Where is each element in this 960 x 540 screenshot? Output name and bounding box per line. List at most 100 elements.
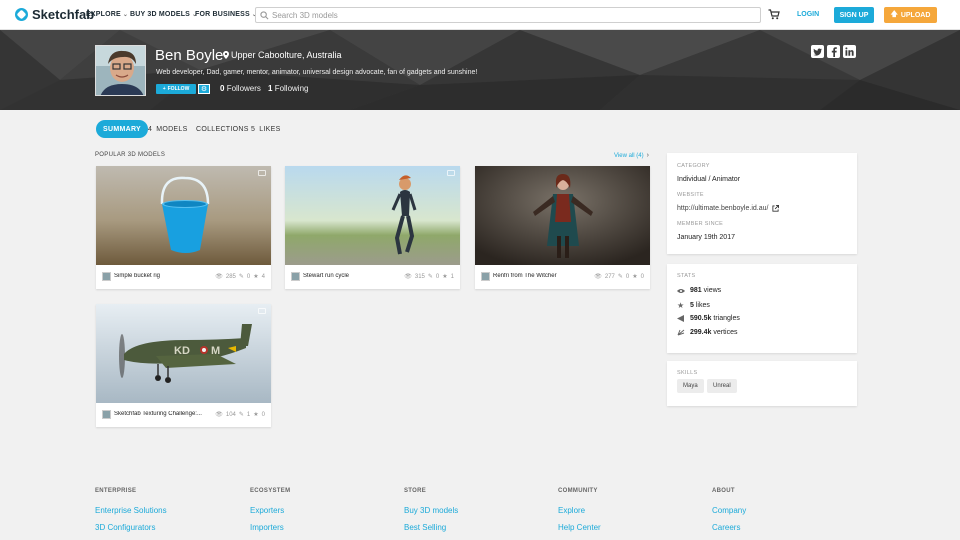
plus-icon: + xyxy=(162,86,166,92)
footer-link[interactable]: Exporters xyxy=(250,506,284,515)
footer-link[interactable]: Careers xyxy=(712,523,740,532)
footer-link[interactable]: Enterprise Solutions xyxy=(95,506,167,515)
profile-header: Ben Boyle Upper Caboolture, Australia We… xyxy=(0,30,960,110)
like-count: 0 xyxy=(640,273,644,280)
footer-link[interactable]: Explore xyxy=(558,506,585,515)
nav-explore[interactable]: EXPLORE ⌄ xyxy=(86,11,128,18)
eye-icon: 👁 xyxy=(215,412,223,418)
skill-tag[interactable]: Maya xyxy=(677,379,704,393)
follow-button[interactable]: + FOLLOW xyxy=(156,84,196,94)
sketchfab-logo-icon xyxy=(15,8,28,21)
comment-count: 0 xyxy=(435,273,440,280)
model-stats: 👁 285 ✎ 0 ★ 4 xyxy=(215,273,265,281)
website-label: WEBSITE xyxy=(677,192,704,198)
triangles-value: 590.5k xyxy=(690,315,712,322)
followers-stat[interactable]: 0 Followers xyxy=(220,84,261,93)
model-card-footer: Stewart run cycle 👁 315 ✎ 0 ★ 1 xyxy=(285,265,460,289)
external-link-icon xyxy=(772,205,780,212)
sketchfab-logo[interactable]: Sketchfab xyxy=(15,7,94,22)
model-name[interactable]: Sketchfab Texturing Challenge:... xyxy=(114,411,202,417)
model-card[interactable]: Renfri from The Witcher 👁 277 ✎ 0 ★ 0 xyxy=(475,166,650,289)
search-input[interactable] xyxy=(272,9,752,21)
model-name[interactable]: Stewart run cycle xyxy=(303,273,349,279)
settings-icon: ⚙ xyxy=(200,86,208,93)
star-icon: ★ xyxy=(677,301,685,310)
like-count: 4 xyxy=(261,273,265,280)
eye-icon: 👁 xyxy=(404,274,412,280)
website-link[interactable]: http://ultimate.benboyle.id.au/ xyxy=(677,205,780,212)
followers-label: Followers xyxy=(226,84,261,93)
footer-link[interactable]: Help Center xyxy=(558,523,601,532)
stat-views: 981 views xyxy=(677,287,721,294)
model-thumbnail[interactable] xyxy=(475,166,650,265)
tab-likes-count: 5 xyxy=(251,125,256,133)
vertex-icon xyxy=(677,329,685,336)
footer-link[interactable]: Best Selling xyxy=(404,523,446,532)
model-name[interactable]: Simple bucket rig xyxy=(114,273,160,279)
model-card[interactable]: KD M Sketchfab Texturing Challenge:... 👁… xyxy=(96,304,271,427)
skills-label: SKILLS xyxy=(677,370,698,376)
about-panel: CATEGORY Individual / Animator WEBSITE h… xyxy=(667,153,857,254)
model-thumbnail[interactable] xyxy=(96,166,271,265)
sign-up-button[interactable]: SIGN UP xyxy=(834,7,874,23)
nav-for-business[interactable]: FOR BUSINESS⌄ xyxy=(195,11,257,18)
follow-options-button[interactable]: ⚙ xyxy=(198,84,210,94)
facebook-icon[interactable] xyxy=(827,45,840,58)
model-card[interactable]: Stewart run cycle 👁 315 ✎ 0 ★ 1 xyxy=(285,166,460,289)
twitter-icon[interactable] xyxy=(811,45,824,58)
author-avatar[interactable] xyxy=(102,272,111,281)
stat-vertices: 299.4k vertices xyxy=(677,329,738,336)
footer-heading-about: ABOUT xyxy=(712,488,735,494)
model-stats: 👁 315 ✎ 0 ★ 1 xyxy=(404,273,454,281)
popular-models-title: POPULAR 3D MODELS xyxy=(95,152,166,158)
view-all-link[interactable]: View all (4) › xyxy=(614,152,649,159)
animated-badge-icon xyxy=(447,170,455,176)
tab-models-label: MODELS xyxy=(156,125,188,133)
model-card-footer: Simple bucket rig 👁 285 ✎ 0 ★ 4 xyxy=(96,265,271,289)
chevron-down-icon: ⌄ xyxy=(122,12,129,18)
tab-collections[interactable]: COLLECTIONS xyxy=(196,120,249,138)
footer-link[interactable]: Importers xyxy=(250,523,284,532)
stats-panel: STATS 981 views ★ 5 likes 590.5k triangl… xyxy=(667,264,857,353)
star-icon: ★ xyxy=(442,274,448,280)
vertices-label: vertices xyxy=(713,329,738,336)
following-stat[interactable]: 1 Following xyxy=(268,84,308,93)
tab-summary-label: SUMMARY xyxy=(103,125,142,133)
linkedin-icon[interactable] xyxy=(843,45,856,58)
svg-text:M: M xyxy=(211,345,220,357)
model-thumbnail[interactable] xyxy=(285,166,460,265)
like-count: 0 xyxy=(261,411,265,418)
follow-label: FOLLOW xyxy=(167,86,190,92)
tab-models[interactable]: 4 MODELS xyxy=(148,120,188,138)
profile-avatar[interactable] xyxy=(95,45,146,96)
model-card[interactable]: Simple bucket rig 👁 285 ✎ 0 ★ 4 xyxy=(96,166,271,289)
views-value: 981 xyxy=(690,287,702,294)
views-label: views xyxy=(703,287,722,294)
tab-likes[interactable]: 5 LIKES xyxy=(251,120,281,138)
animated-badge-icon xyxy=(258,170,266,176)
stewart-model-image xyxy=(285,166,460,265)
login-link[interactable]: LOGIN xyxy=(797,11,819,18)
footer-link[interactable]: Company xyxy=(712,506,746,515)
stats-label: STATS xyxy=(677,273,696,279)
model-thumbnail[interactable]: KD M xyxy=(96,304,271,403)
author-avatar[interactable] xyxy=(481,272,490,281)
nav-buy-3d-models[interactable]: BUY 3D MODELS ⌄ xyxy=(130,11,197,18)
skill-tag[interactable]: Unreal xyxy=(707,379,737,393)
stat-likes: ★ 5 likes xyxy=(677,301,710,310)
eye-icon: 👁 xyxy=(594,274,602,280)
vertices-value: 299.4k xyxy=(690,329,712,336)
comment-count: 0 xyxy=(246,273,251,280)
model-name[interactable]: Renfri from The Witcher xyxy=(493,273,557,279)
model-card-footer: Renfri from The Witcher 👁 277 ✎ 0 ★ 0 xyxy=(475,265,650,289)
footer-link[interactable]: 3D Configurators xyxy=(95,523,155,532)
cart-icon[interactable] xyxy=(768,9,780,20)
member-since-value: January 19th 2017 xyxy=(677,234,735,241)
author-avatar[interactable] xyxy=(102,410,111,419)
upload-button[interactable]: 🡅 UPLOAD xyxy=(884,7,937,23)
tab-summary[interactable]: SUMMARY xyxy=(96,120,149,138)
author-avatar[interactable] xyxy=(291,272,300,281)
footer-link[interactable]: Buy 3D models xyxy=(404,506,458,515)
star-icon: ★ xyxy=(632,274,638,280)
search-box xyxy=(255,7,761,23)
